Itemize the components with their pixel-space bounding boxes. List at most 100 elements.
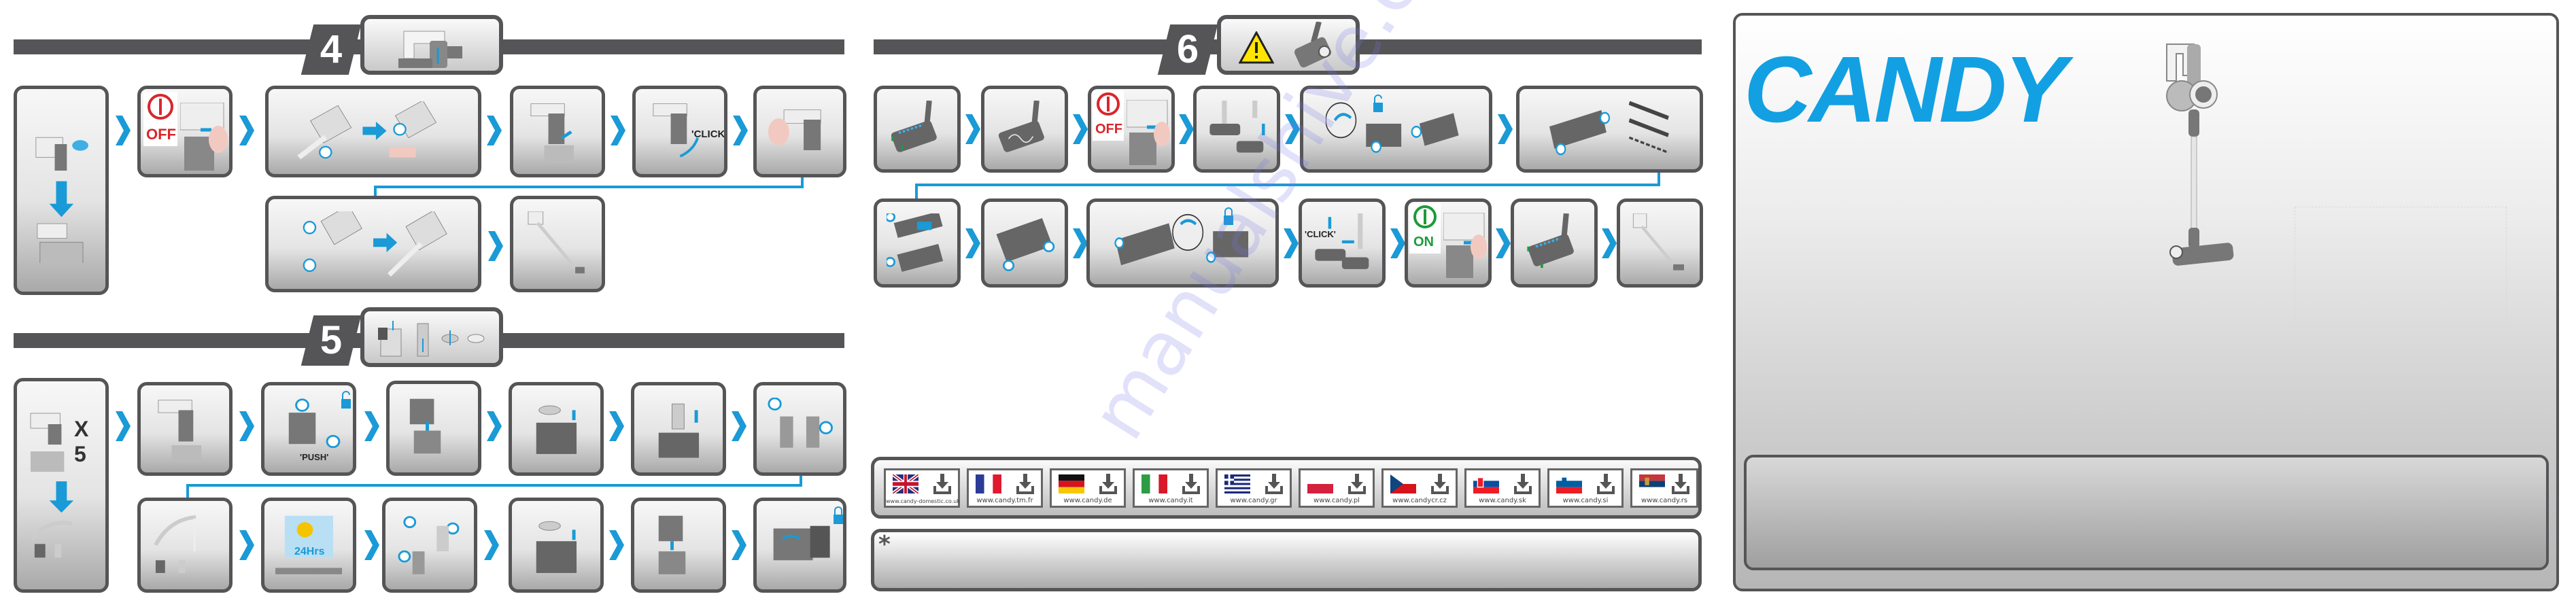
detach-handheld-illustration	[297, 101, 436, 159]
download-link-pl[interactable]: www.candy.pl	[1299, 468, 1375, 508]
lock-bin-illustration	[773, 525, 830, 561]
flow-connector	[186, 484, 189, 498]
next-arrow-icon	[1179, 114, 1194, 144]
s6-step-5-panel	[1300, 86, 1492, 173]
next-arrow-icon	[364, 530, 379, 560]
off-label: OFF	[1095, 122, 1122, 137]
download-link-rs[interactable]: www.candy.rs	[1630, 468, 1698, 508]
next-arrow-icon	[965, 228, 980, 258]
cz-flag-icon	[1390, 474, 1416, 493]
si-flag-icon	[1556, 474, 1582, 493]
handheld-closed-illustration	[768, 109, 821, 150]
clean-brush-cover-illustration	[887, 213, 944, 272]
download-link-fr[interactable]: www.candy.tm.fr	[967, 468, 1043, 508]
fr-flag-icon	[976, 474, 1001, 493]
push-label: 'PUSH'	[300, 452, 329, 462]
lock-icon	[834, 506, 843, 524]
unlock-icon	[341, 391, 351, 409]
download-link-cz[interactable]: www.candycr.cz	[1381, 468, 1458, 508]
footnote-box: *	[871, 529, 1702, 591]
next-arrow-icon	[965, 114, 980, 144]
s6-step-6-panel	[1516, 86, 1703, 173]
next-arrow-icon	[488, 231, 503, 261]
download-link-sk[interactable]: www.candy.sk	[1464, 468, 1541, 508]
rs-flag-icon	[1639, 474, 1665, 493]
download-icon	[1265, 474, 1283, 494]
next-arrow-icon	[239, 411, 254, 441]
download-url: www.candy-domestic.co.uk	[886, 498, 960, 504]
download-icon	[933, 474, 951, 494]
s5-step-7-panel	[753, 382, 846, 476]
download-url: www.candy.tm.fr	[976, 497, 1033, 504]
next-arrow-icon	[116, 411, 131, 441]
s4-step-4-panel	[510, 86, 605, 177]
s6-step-4-panel	[1193, 86, 1280, 173]
download-url: www.candy.rs	[1641, 497, 1688, 504]
section-6-header-icon-box	[1217, 15, 1360, 75]
s5-step-13-panel	[753, 498, 846, 593]
s6-step-7-panel	[874, 198, 961, 288]
s5-step-9-panel: 24Hrs	[261, 498, 356, 593]
next-arrow-icon	[611, 116, 625, 145]
s5-step-1-panel: X 5	[14, 378, 109, 593]
lock-icon	[1224, 207, 1233, 225]
s4-step-1-panel	[14, 86, 109, 295]
placeholder-area	[2295, 207, 2507, 327]
s6-step-11-panel: ON	[1405, 198, 1492, 288]
s6-step-12-panel	[1511, 198, 1598, 288]
s4-step-6-panel	[753, 86, 846, 177]
flow-connector	[374, 186, 804, 188]
tangled-brush-illustration	[999, 100, 1045, 152]
s6-step-3-panel: OFF	[1088, 86, 1175, 173]
s6-step-2-panel	[981, 86, 1068, 173]
cover-panel: CANDY	[1733, 13, 2559, 591]
off-label: OFF	[146, 126, 176, 143]
download-url: www.candy.it	[1148, 497, 1193, 504]
download-link-uk[interactable]: www.candy-domestic.co.uk	[884, 468, 960, 508]
unlock-brush-cover-illustration	[1325, 102, 1459, 153]
s5-step-8-panel	[137, 498, 233, 593]
filter-parts-icon	[378, 321, 485, 357]
on-label: ON	[1413, 235, 1434, 249]
next-arrow-icon	[1498, 114, 1513, 144]
s5-step-4-panel	[386, 381, 481, 476]
s6-step-13-panel	[1617, 198, 1703, 288]
s5-step-5-panel	[509, 382, 604, 476]
download-link-de[interactable]: www.candy.de	[1050, 468, 1126, 508]
download-icon	[1597, 474, 1615, 494]
download-url: www.candy.de	[1063, 497, 1112, 504]
repeat-count-label: X 5	[74, 417, 89, 466]
download-link-gr[interactable]: www.candy.gr	[1216, 468, 1292, 508]
empty-bin-illustration	[157, 400, 201, 461]
click-label: 'CLICK'	[1305, 229, 1336, 239]
next-arrow-icon	[609, 530, 624, 560]
cover-info-box	[1744, 455, 2549, 570]
next-arrow-icon	[609, 411, 624, 441]
download-url: www.candy.gr	[1230, 497, 1277, 504]
next-arrow-icon	[116, 116, 131, 145]
reassemble-filter-illustration	[398, 516, 459, 575]
s5-step-12-panel	[631, 498, 726, 593]
download-icon	[1016, 474, 1034, 494]
candy-logo: CANDY	[1744, 37, 2067, 142]
download-link-si[interactable]: www.candy.si	[1547, 468, 1624, 508]
next-arrow-icon	[1073, 114, 1088, 144]
press-button-illustration	[180, 103, 228, 171]
unlock-icon	[1373, 94, 1383, 112]
release-bin-illustration	[288, 398, 340, 449]
gr-flag-icon	[1224, 474, 1250, 493]
s6-step-1-panel	[874, 86, 961, 173]
floor-head-lights-illustration	[891, 100, 938, 152]
insert-brush-roll-illustration	[996, 218, 1055, 271]
next-arrow-icon	[239, 116, 254, 145]
download-icon	[1348, 474, 1366, 494]
next-arrow-icon	[1284, 228, 1299, 258]
floor-head-icon	[1294, 22, 1332, 68]
sk-flag-icon	[1473, 474, 1499, 493]
section-4-number: 4	[300, 24, 362, 75]
asterisk-symbol: *	[878, 531, 891, 558]
download-link-it[interactable]: www.candy.it	[1133, 468, 1209, 508]
s5-step-2-panel	[137, 382, 233, 476]
pl-flag-icon	[1307, 474, 1333, 493]
next-arrow-icon	[1073, 228, 1088, 258]
